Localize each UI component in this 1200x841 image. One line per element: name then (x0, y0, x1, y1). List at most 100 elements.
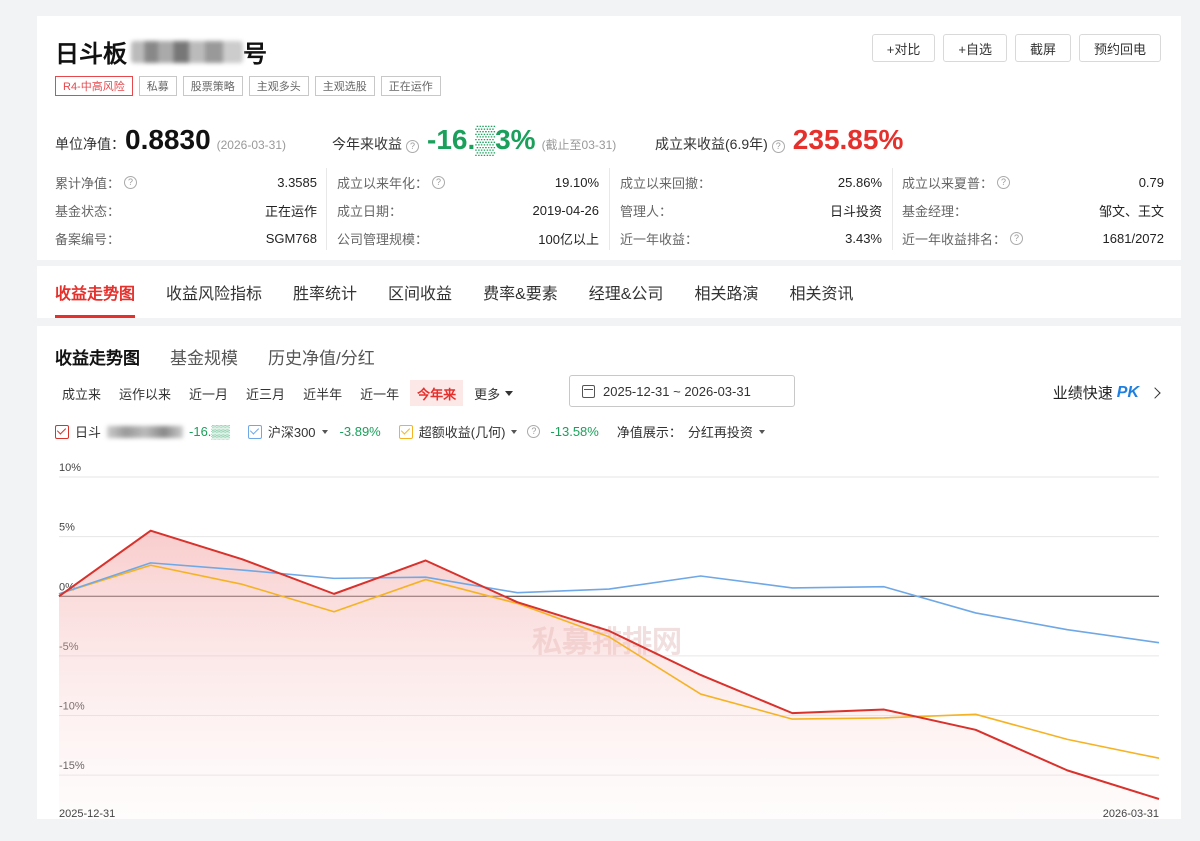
help-icon[interactable]: ? (432, 175, 446, 189)
nav-value: 0.8830 (125, 124, 211, 155)
range-since-operation[interactable]: 运作以来 (112, 380, 178, 406)
since-inception-kpi: 成立来收益(6.9年) ? 235.85% (655, 124, 903, 156)
chevron-down-icon[interactable] (321, 429, 328, 434)
chart-legend: 日斗 -16.▒▒ 沪深300 -3.89% 超额收益(几何) ? -13.58… (55, 422, 775, 441)
subtab-nav-history[interactable]: 历史净值/分红 (268, 344, 375, 369)
tab-fees[interactable]: 费率&要素 (483, 266, 558, 318)
info-label: 公司管理规模： (337, 231, 429, 247)
help-icon[interactable]: ? (124, 175, 138, 189)
info-item: 成立日期： 2019-04-26 (337, 196, 599, 224)
info-item: 累计净值：? 3.3585 (55, 168, 317, 196)
tag: 股票策略 (182, 76, 243, 96)
date-range-picker[interactable]: 2025-12-31 ~ 2026-03-31 (569, 375, 795, 407)
tab-interval-return[interactable]: 区间收益 (388, 266, 452, 318)
subtab-fund-size[interactable]: 基金规模 (170, 344, 238, 369)
divider (892, 168, 893, 250)
info-label: 基金状态： (55, 203, 121, 219)
legend-bench-value: -3.89% (339, 424, 381, 439)
info-item: 备案编号： SGM768 (55, 224, 317, 252)
info-value: SGM768 (265, 230, 317, 246)
help-icon[interactable]: ? (527, 425, 541, 438)
info-label: 成立以来年化：? (337, 173, 449, 192)
legend-benchmark[interactable]: 沪深300 -3.89% (247, 422, 381, 441)
redacted-name-block (107, 425, 184, 438)
help-icon[interactable]: ? (771, 140, 785, 153)
ytd-note: (截止至03-31) (541, 138, 617, 152)
range-more-label: 更多 (474, 386, 501, 402)
chevron-down-icon[interactable] (511, 429, 518, 434)
compare-button[interactable]: +对比 (871, 34, 936, 62)
legend-fund-value: -16.▒▒ (189, 424, 230, 439)
range-since-inception[interactable]: 成立来 (55, 380, 108, 406)
info-value[interactable]: 邹文、王文 (1099, 201, 1164, 220)
checkbox-icon[interactable] (55, 424, 69, 439)
info-item: 公司管理规模： 100亿以上 (337, 224, 599, 252)
tab-news[interactable]: 相关资讯 (789, 266, 853, 318)
info-label: 近一年收益排名：? (902, 229, 1027, 248)
info-label: 累计净值：? (55, 173, 141, 192)
info-column-2: 成立以来年化：? 19.10% 成立日期： 2019-04-26 公司管理规模： 100亿… (337, 168, 599, 252)
checkbox-icon[interactable] (247, 424, 262, 439)
range-3m[interactable]: 近三月 (239, 380, 292, 406)
info-label: 近一年收益： (620, 231, 699, 247)
date-range-text: 2025-12-31 ~ 2026-03-31 (603, 383, 751, 399)
info-column-1: 累计净值：? 3.3585 基金状态： 正在运作 备案编号： SGM768 (55, 168, 317, 252)
chevron-down-icon (758, 429, 765, 434)
tab-risk-metrics[interactable]: 收益风险指标 (166, 266, 262, 318)
info-item: 基金经理： 邹文、王文 (902, 196, 1164, 224)
info-label: 管理人： (620, 203, 673, 219)
info-column-3: 成立以来回撤： 25.86% 管理人： 日斗投资近一年收益： 3.43% (620, 168, 882, 252)
tab-return-trend[interactable]: 收益走势图 (55, 266, 136, 318)
range-more[interactable]: 更多 (467, 380, 520, 406)
fund-name-tail: 号 (243, 41, 267, 68)
info-label: 基金经理： (902, 203, 968, 219)
range-6m[interactable]: 近半年 (296, 380, 349, 406)
info-label: 成立以来回撤： (620, 175, 712, 191)
help-icon[interactable]: ? (406, 140, 419, 153)
pk-badge: PK (1116, 383, 1139, 401)
chevron-down-icon (505, 390, 514, 396)
risk-tag: R4-中高风险 (55, 76, 133, 96)
help-icon[interactable]: ? (997, 175, 1011, 189)
info-value: 19.10% (554, 174, 599, 190)
info-value[interactable]: 日斗投资 (830, 201, 882, 220)
info-item: 管理人： 日斗投资 (620, 196, 882, 224)
callback-button[interactable]: 预约回电 (1078, 34, 1161, 62)
tag: 私募 (138, 76, 177, 96)
header-actions: +对比 +自选 截屏 预约回电 (871, 34, 1161, 62)
legend-fund[interactable]: 日斗 -16.▒▒ (55, 422, 230, 441)
chevron-right-icon (1149, 386, 1161, 399)
legend-bench-name: 沪深300 (267, 425, 316, 440)
tab-roadshow[interactable]: 相关路演 (694, 266, 758, 318)
screenshot-button[interactable]: 截屏 (1014, 34, 1071, 62)
info-item: 近一年收益： 3.43% (620, 224, 882, 252)
kpi-row: 单位净值： 0.8830 (2026-03-31) 今年来收益 ? -16.▒3… (55, 120, 1163, 160)
nav-date: (2026-03-31) (216, 138, 287, 152)
since-label: 成立来收益(6.9年) (655, 136, 768, 152)
help-icon[interactable]: ? (1010, 231, 1024, 245)
info-item: 成立以来回撤： 25.86% (620, 168, 882, 196)
tag: 主观选股 (314, 76, 375, 96)
info-value: 1681/2072 (1102, 230, 1164, 246)
fund-title: 日斗板 号 (55, 34, 267, 69)
tab-win-rate[interactable]: 胜率统计 (293, 266, 357, 318)
range-1y[interactable]: 近一年 (353, 380, 406, 406)
info-item: 基金状态： 正在运作 (55, 196, 317, 224)
tab-manager-company[interactable]: 经理&公司 (589, 266, 664, 318)
checkbox-icon[interactable] (398, 424, 413, 439)
info-value: 0.79 (1138, 174, 1164, 190)
subtab-return-trend[interactable]: 收益走势图 (55, 344, 140, 369)
range-ytd[interactable]: 今年来 (410, 380, 464, 406)
range-1m[interactable]: 近一月 (182, 380, 235, 406)
legend-fund-name: 日斗 (75, 425, 102, 440)
x-tick-label: 2026-03-31 (1103, 808, 1159, 819)
nav-label: 单位净值： (55, 136, 125, 152)
info-column-4: 成立以来夏普：? 0.79 基金经理： 邹文、王文近一年收益排名：? 1681/2072 (902, 168, 1164, 252)
info-label: 成立以来夏普：? (902, 173, 1014, 192)
performance-pk-link[interactable]: 业绩快速 PK (1053, 382, 1161, 403)
nav-display-setting[interactable]: 净值展示： 分红再投资 (617, 422, 765, 441)
add-watchlist-button[interactable]: +自选 (943, 34, 1007, 62)
fund-tags: R4-中高风险 私募 股票策略 主观多头 主观选股 正在运作 (55, 76, 441, 96)
legend-excess[interactable]: 超额收益(几何) ? -13.58% (398, 422, 599, 441)
section-tabs: 收益走势图 收益风险指标 胜率统计 区间收益 费率&要素 经理&公司 相关路演 … (55, 266, 853, 318)
